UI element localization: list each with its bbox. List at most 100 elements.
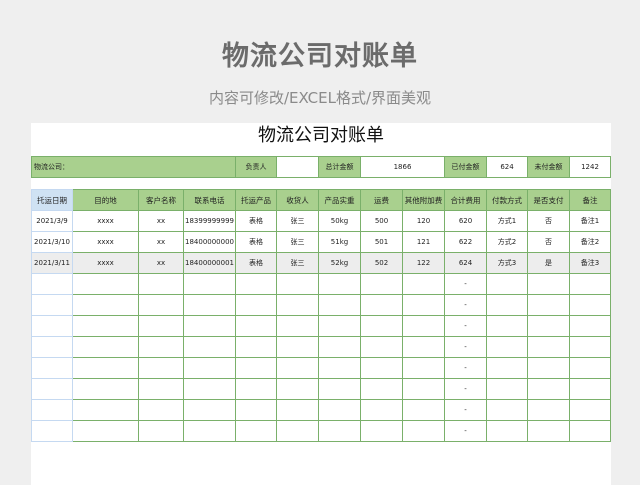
cell-date[interactable] [31,420,73,442]
cell-phone[interactable] [183,378,236,400]
cell-phone[interactable] [183,273,236,295]
cell-receiver[interactable] [276,420,319,442]
cell-phone[interactable] [183,294,236,316]
responsible-value[interactable] [276,156,319,178]
cell-remark[interactable]: 备注3 [569,252,611,274]
cell-product[interactable] [235,399,277,421]
cell-customer[interactable] [138,378,184,400]
cell-total[interactable]: - [444,378,487,400]
cell-surcharge[interactable] [402,399,445,421]
cell-surcharge[interactable] [402,294,445,316]
cell-surcharge[interactable] [402,336,445,358]
cell-receiver[interactable] [276,357,319,379]
cell-date[interactable]: 2021/3/9 [31,210,73,232]
cell-product[interactable] [235,315,277,337]
cell-destination[interactable] [72,399,139,421]
cell-total[interactable]: - [444,294,487,316]
cell-phone[interactable] [183,357,236,379]
cell-receiver[interactable] [276,294,319,316]
unpaid-amount-value[interactable]: 1242 [569,156,611,178]
cell-paid-status[interactable]: 否 [527,231,570,253]
cell-receiver[interactable]: 张三 [276,252,319,274]
cell-customer[interactable] [138,420,184,442]
cell-paid-status[interactable] [527,336,570,358]
cell-date[interactable] [31,315,73,337]
cell-freight[interactable]: 500 [360,210,403,232]
cell-payment-method[interactable] [486,357,528,379]
cell-weight[interactable]: 50kg [318,210,361,232]
cell-paid-status[interactable]: 是 [527,252,570,274]
cell-payment-method[interactable]: 方式3 [486,252,528,274]
cell-freight[interactable]: 501 [360,231,403,253]
cell-date[interactable] [31,399,73,421]
total-amount-value[interactable]: 1866 [360,156,445,178]
cell-receiver[interactable] [276,336,319,358]
cell-customer[interactable] [138,315,184,337]
cell-total[interactable]: - [444,357,487,379]
cell-weight[interactable] [318,315,361,337]
cell-freight[interactable]: 502 [360,252,403,274]
cell-total[interactable]: - [444,399,487,421]
cell-date[interactable]: 2021/3/11 [31,252,73,274]
cell-remark[interactable]: 备注2 [569,231,611,253]
cell-total[interactable]: 620 [444,210,487,232]
cell-paid-status[interactable] [527,273,570,295]
cell-product[interactable] [235,420,277,442]
cell-receiver[interactable]: 张三 [276,231,319,253]
cell-freight[interactable] [360,315,403,337]
cell-total[interactable]: - [444,315,487,337]
cell-freight[interactable] [360,420,403,442]
cell-paid-status[interactable] [527,378,570,400]
cell-payment-method[interactable] [486,315,528,337]
cell-weight[interactable] [318,294,361,316]
cell-customer[interactable] [138,294,184,316]
cell-payment-method[interactable]: 方式1 [486,210,528,232]
cell-paid-status[interactable] [527,357,570,379]
cell-freight[interactable] [360,357,403,379]
cell-surcharge[interactable] [402,420,445,442]
cell-total[interactable]: - [444,420,487,442]
cell-remark[interactable] [569,336,611,358]
cell-weight[interactable] [318,399,361,421]
cell-date[interactable] [31,357,73,379]
cell-surcharge[interactable]: 122 [402,252,445,274]
cell-phone[interactable]: 18400000001 [183,252,236,274]
cell-payment-method[interactable] [486,420,528,442]
cell-payment-method[interactable] [486,378,528,400]
cell-receiver[interactable] [276,273,319,295]
cell-freight[interactable] [360,399,403,421]
cell-date[interactable]: 2021/3/10 [31,231,73,253]
cell-surcharge[interactable]: 121 [402,231,445,253]
cell-remark[interactable] [569,315,611,337]
cell-paid-status[interactable]: 否 [527,210,570,232]
cell-date[interactable] [31,336,73,358]
cell-surcharge[interactable] [402,273,445,295]
cell-remark[interactable] [569,357,611,379]
cell-destination[interactable] [72,315,139,337]
cell-freight[interactable] [360,336,403,358]
cell-product[interactable]: 表格 [235,231,277,253]
cell-destination[interactable] [72,336,139,358]
cell-total[interactable]: - [444,273,487,295]
cell-weight[interactable] [318,420,361,442]
cell-destination[interactable] [72,357,139,379]
cell-paid-status[interactable] [527,315,570,337]
cell-customer[interactable] [138,336,184,358]
cell-payment-method[interactable] [486,336,528,358]
cell-total[interactable]: 624 [444,252,487,274]
cell-destination[interactable]: xxxx [72,231,139,253]
cell-weight[interactable]: 51kg [318,231,361,253]
cell-phone[interactable]: 18399999999 [183,210,236,232]
cell-payment-method[interactable] [486,294,528,316]
cell-date[interactable] [31,378,73,400]
cell-surcharge[interactable] [402,315,445,337]
cell-phone[interactable] [183,315,236,337]
cell-phone[interactable] [183,399,236,421]
cell-customer[interactable] [138,273,184,295]
cell-product[interactable]: 表格 [235,252,277,274]
cell-weight[interactable] [318,273,361,295]
cell-product[interactable] [235,294,277,316]
cell-paid-status[interactable] [527,420,570,442]
cell-phone[interactable] [183,420,236,442]
cell-remark[interactable] [569,294,611,316]
